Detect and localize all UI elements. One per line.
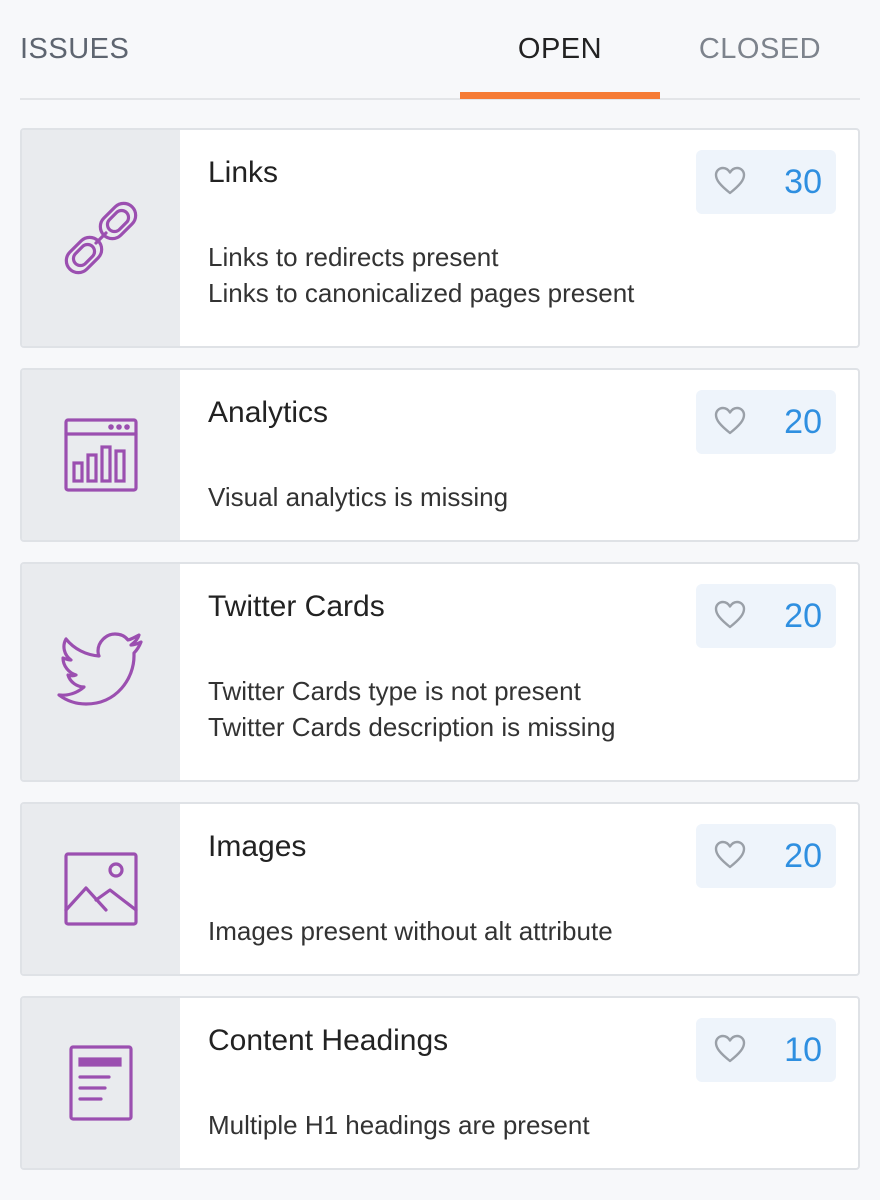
link-icon: [59, 196, 143, 280]
issue-details: Twitter Cards type is not present Twitte…: [208, 666, 615, 752]
heart-icon: [714, 1034, 746, 1069]
page-title: ISSUES: [20, 33, 130, 65]
issue-title: Twitter Cards: [208, 590, 385, 623]
issue-count: 20: [784, 597, 822, 635]
issue-title: Content Headings: [208, 1024, 449, 1057]
issues-page: ISSUES OPEN CLOSED Links Links to redire…: [0, 0, 880, 1200]
issue-card-images[interactable]: Images Images present without alt attrib…: [20, 802, 860, 976]
issue-count: 10: [784, 1031, 822, 1069]
tab-closed[interactable]: CLOSED: [660, 33, 860, 66]
issue-title: Analytics: [208, 396, 329, 429]
issue-icon-pane: [22, 564, 180, 780]
issue-details: Multiple H1 headings are present: [208, 1100, 590, 1150]
issue-count-badge[interactable]: 30: [696, 150, 836, 214]
issue-count: 20: [784, 403, 822, 441]
heart-icon: [714, 406, 746, 441]
issue-detail-line: Images present without alt attribute: [208, 916, 613, 946]
issue-title: Images: [208, 830, 307, 863]
active-tab-indicator: [460, 92, 660, 99]
issue-count-badge[interactable]: 20: [696, 390, 836, 454]
issue-icon-pane: [22, 130, 180, 346]
twitter-icon: [55, 632, 147, 712]
issue-card-twitter-cards[interactable]: Twitter Cards Twitter Cards type is not …: [20, 562, 860, 782]
issue-details: Links to redirects present Links to cano…: [208, 232, 634, 318]
issue-icon-pane: [22, 804, 180, 974]
tab-open[interactable]: OPEN: [460, 33, 660, 66]
issue-detail-line: Visual analytics is missing: [208, 482, 509, 512]
image-icon: [62, 850, 140, 928]
issue-icon-pane: [22, 370, 180, 540]
issue-detail-line: Links to canonicalized pages present: [208, 278, 635, 308]
heart-icon: [714, 840, 746, 875]
issue-count-badge[interactable]: 20: [696, 824, 836, 888]
issue-count: 20: [784, 837, 822, 875]
issue-card-links[interactable]: Links Links to redirects present Links t…: [20, 128, 860, 348]
issue-card-content-headings[interactable]: Content Headings Multiple H1 headings ar…: [20, 996, 860, 1170]
heart-icon: [714, 166, 746, 201]
issue-details: Images present without alt attribute: [208, 906, 613, 956]
issue-card-analytics[interactable]: Analytics Visual analytics is missing 20: [20, 368, 860, 542]
issue-icon-pane: [22, 998, 180, 1168]
document-icon: [67, 1043, 135, 1123]
issue-title: Links: [208, 156, 279, 189]
issue-count-badge[interactable]: 20: [696, 584, 836, 648]
issue-count-badge[interactable]: 10: [696, 1018, 836, 1082]
analytics-icon: [61, 415, 141, 495]
issue-details: Visual analytics is missing: [208, 472, 508, 522]
issue-detail-line: Multiple H1 headings are present: [208, 1110, 590, 1140]
heart-icon: [714, 600, 746, 635]
issues-header: ISSUES OPEN CLOSED: [20, 0, 860, 100]
issue-detail-line: Twitter Cards description is missing: [208, 712, 616, 742]
issue-count: 30: [784, 163, 822, 201]
